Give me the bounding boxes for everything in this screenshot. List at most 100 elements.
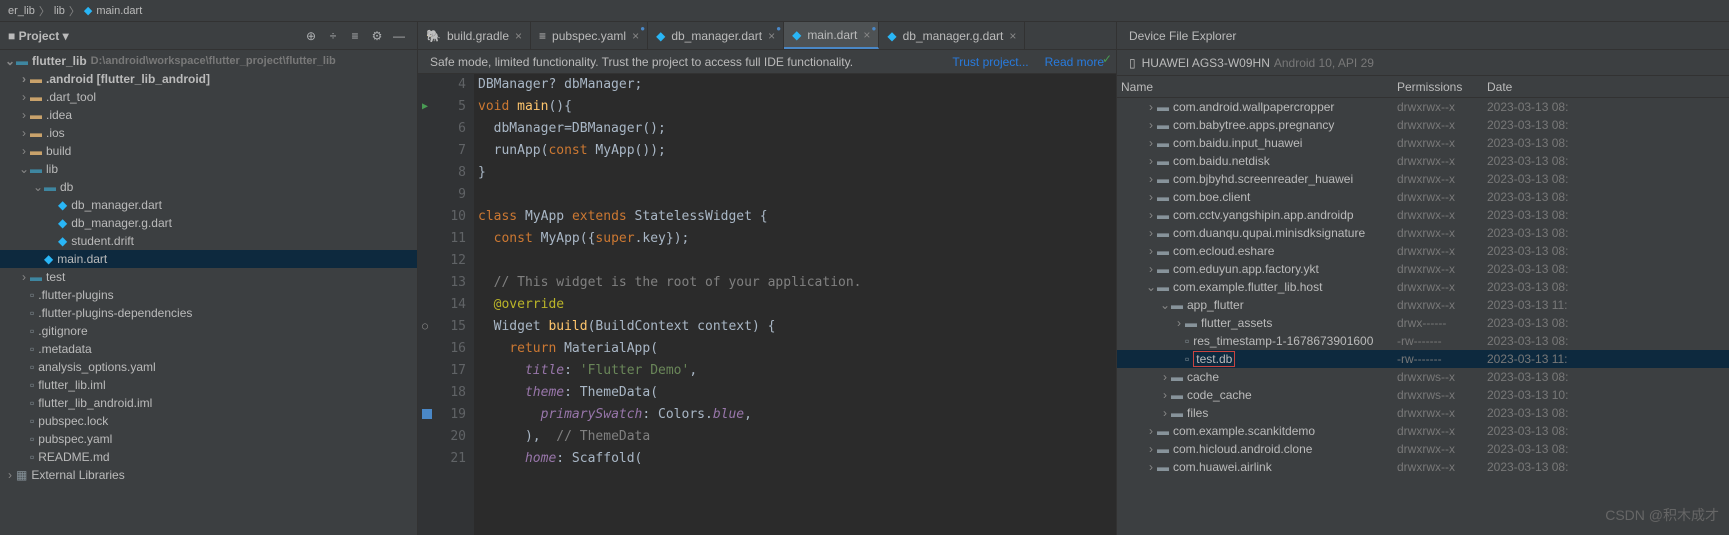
editor-tab[interactable]: ≡pubspec.yaml×● bbox=[531, 22, 648, 49]
breadcrumb: er_lib 〉 lib 〉 ◆ main.dart bbox=[0, 0, 1729, 22]
device-file-row[interactable]: ▬code_cachedrwxrws--x2023-03-13 10: bbox=[1117, 386, 1729, 404]
select-opened-icon[interactable]: ⊕ bbox=[301, 26, 321, 46]
folder-icon: ▬ bbox=[1157, 154, 1169, 168]
folder-icon: ▬ bbox=[1157, 262, 1169, 276]
editor-tab[interactable]: ◆db_manager.dart×● bbox=[648, 22, 784, 49]
editor-tab[interactable]: ◆db_manager.g.dart× bbox=[879, 22, 1025, 49]
tree-item[interactable]: ▫.flutter-plugins bbox=[0, 286, 417, 304]
breadcrumb-item[interactable]: main.dart bbox=[96, 5, 142, 17]
watermark: CSDN @积木成才 bbox=[1605, 505, 1719, 525]
dart-icon: ◆ bbox=[656, 29, 665, 43]
device-file-row[interactable]: ▬com.android.wallpapercropperdrwxrwx--x2… bbox=[1117, 98, 1729, 116]
settings-icon[interactable]: ⚙ bbox=[367, 26, 387, 46]
hide-icon[interactable]: — bbox=[389, 26, 409, 46]
editor-gutter[interactable]: 4▶567891011121314○15161718192021 bbox=[418, 74, 474, 535]
tree-item[interactable]: ▫flutter_lib_android.iml bbox=[0, 394, 417, 412]
tree-item[interactable]: ▬build bbox=[0, 142, 417, 160]
tree-item[interactable]: ◆db_manager.g.dart bbox=[0, 214, 417, 232]
close-icon[interactable]: × bbox=[768, 29, 775, 43]
device-file-row[interactable]: ▬com.hicloud.android.clonedrwxrwx--x2023… bbox=[1117, 440, 1729, 458]
read-more-link[interactable]: Read more bbox=[1045, 55, 1104, 69]
project-panel: ■ Project ▾ ⊕ ÷ ≡ ⚙ — ▬flutter_libD:\and… bbox=[0, 22, 418, 535]
tree-item[interactable]: ▫pubspec.yaml bbox=[0, 430, 417, 448]
device-explorer-title: Device File Explorer bbox=[1129, 29, 1236, 43]
project-tree[interactable]: ▬flutter_libD:\android\workspace\flutter… bbox=[0, 50, 417, 535]
device-file-row[interactable]: ▬com.boe.clientdrwxrwx--x2023-03-13 08: bbox=[1117, 188, 1729, 206]
device-file-row[interactable]: ▬cachedrwxrws--x2023-03-13 08: bbox=[1117, 368, 1729, 386]
override-icon[interactable]: ○ bbox=[422, 316, 428, 338]
folder-icon: ▬ bbox=[1157, 172, 1169, 186]
breadcrumb-item[interactable]: er_lib bbox=[8, 5, 35, 17]
tree-item[interactable]: ▬test bbox=[0, 268, 417, 286]
folder-icon: ▬ bbox=[1157, 136, 1169, 150]
tree-item[interactable]: ▫flutter_lib.iml bbox=[0, 376, 417, 394]
external-libraries[interactable]: ▦External Libraries bbox=[0, 466, 417, 484]
folder-icon: ▬ bbox=[1157, 226, 1169, 240]
close-icon[interactable]: × bbox=[632, 29, 639, 43]
tree-item[interactable]: ◆student.drift bbox=[0, 232, 417, 250]
run-icon[interactable]: ▶ bbox=[422, 96, 428, 118]
device-file-row[interactable]: ▬com.ecloud.esharedrwxrwx--x2023-03-13 0… bbox=[1117, 242, 1729, 260]
tree-item[interactable]: ▫.metadata bbox=[0, 340, 417, 358]
tree-item[interactable]: ▬.dart_tool bbox=[0, 88, 417, 106]
folder-icon: ▬ bbox=[1157, 208, 1169, 222]
tree-item[interactable]: ▫README.md bbox=[0, 448, 417, 466]
project-root[interactable]: ▬flutter_libD:\android\workspace\flutter… bbox=[0, 52, 417, 70]
device-file-row[interactable]: ▬filesdrwxrwx--x2023-03-13 08: bbox=[1117, 404, 1729, 422]
device-file-row[interactable]: ▬com.cctv.yangshipin.app.androidpdrwxrwx… bbox=[1117, 206, 1729, 224]
project-title: ■ Project ▾ bbox=[8, 29, 299, 43]
device-file-row[interactable]: ▬com.example.flutter_lib.hostdrwxrwx--x2… bbox=[1117, 278, 1729, 296]
breakpoint-icon[interactable] bbox=[422, 409, 432, 419]
tree-item[interactable]: ▬db bbox=[0, 178, 417, 196]
device-file-row[interactable]: ▬com.eduyun.app.factory.yktdrwxrwx--x202… bbox=[1117, 260, 1729, 278]
tree-item[interactable]: ▫.flutter-plugins-dependencies bbox=[0, 304, 417, 322]
tree-item[interactable]: ▬lib bbox=[0, 160, 417, 178]
device-file-row[interactable]: ▬com.babytree.apps.pregnancydrwxrwx--x20… bbox=[1117, 116, 1729, 134]
col-name[interactable]: Name bbox=[1117, 80, 1397, 94]
device-file-row[interactable]: ▫test.db-rw-------2023-03-13 11: bbox=[1117, 350, 1729, 368]
tree-item[interactable]: ◆db_manager.dart bbox=[0, 196, 417, 214]
device-file-row[interactable]: ▫res_timestamp-1-1678673901600-rw-------… bbox=[1117, 332, 1729, 350]
device-selector[interactable]: ▯ HUAWEI AGS3-W09HN Android 10, API 29 bbox=[1117, 50, 1729, 76]
device-file-row[interactable]: ▬com.duanqu.qupai.minisdksignaturedrwxrw… bbox=[1117, 224, 1729, 242]
editor-tabs: 🐘build.gradle×≡pubspec.yaml×●◆db_manager… bbox=[418, 22, 1116, 50]
yaml-icon: ≡ bbox=[539, 29, 546, 43]
col-date[interactable]: Date bbox=[1487, 80, 1729, 94]
inspection-ok-icon[interactable]: ✓ bbox=[1102, 52, 1112, 66]
close-icon[interactable]: × bbox=[515, 29, 522, 43]
folder-icon: ▬ bbox=[1157, 460, 1169, 474]
device-file-row[interactable]: ▬com.example.scankitdemodrwxrwx--x2023-0… bbox=[1117, 422, 1729, 440]
close-icon[interactable]: × bbox=[1009, 29, 1016, 43]
tree-item[interactable]: ◆main.dart bbox=[0, 250, 417, 268]
device-file-row[interactable]: ▬app_flutterdrwxrwx--x2023-03-13 11: bbox=[1117, 296, 1729, 314]
tree-item[interactable]: ▬.ios bbox=[0, 124, 417, 142]
file-icon: ▫ bbox=[1185, 352, 1189, 366]
editor-tab[interactable]: ◆main.dart×● bbox=[784, 22, 879, 49]
device-file-row[interactable]: ▬com.baidu.input_huaweidrwxrwx--x2023-03… bbox=[1117, 134, 1729, 152]
editor-code[interactable]: DBManager? dbManager;void main(){ dbMana… bbox=[474, 74, 1116, 535]
device-file-row[interactable]: ▬com.bjbyhd.screenreader_huaweidrwxrwx--… bbox=[1117, 170, 1729, 188]
device-file-explorer: Device File Explorer ▯ HUAWEI AGS3-W09HN… bbox=[1116, 22, 1729, 535]
safe-mode-bar: Safe mode, limited functionality. Trust … bbox=[418, 50, 1116, 74]
folder-icon: ▬ bbox=[1185, 316, 1197, 330]
safe-mode-msg: Safe mode, limited functionality. Trust … bbox=[430, 55, 936, 69]
folder-icon: ▬ bbox=[1157, 118, 1169, 132]
col-permissions[interactable]: Permissions bbox=[1397, 80, 1487, 94]
tree-item[interactable]: ▬.android [flutter_lib_android] bbox=[0, 70, 417, 88]
device-file-row[interactable]: ▬flutter_assetsdrwx------2023-03-13 08: bbox=[1117, 314, 1729, 332]
close-icon[interactable]: × bbox=[863, 28, 870, 42]
tree-item[interactable]: ▬.idea bbox=[0, 106, 417, 124]
device-file-row[interactable]: ▬com.baidu.netdiskdrwxrwx--x2023-03-13 0… bbox=[1117, 152, 1729, 170]
tree-item[interactable]: ▫analysis_options.yaml bbox=[0, 358, 417, 376]
editor-panel: 🐘build.gradle×≡pubspec.yaml×●◆db_manager… bbox=[418, 22, 1116, 535]
breadcrumb-item[interactable]: lib bbox=[54, 5, 65, 17]
tree-item[interactable]: ▫.gitignore bbox=[0, 322, 417, 340]
collapse-icon[interactable]: ÷ bbox=[323, 26, 343, 46]
expand-icon[interactable]: ≡ bbox=[345, 26, 365, 46]
device-file-row[interactable]: ▬com.huawei.airlinkdrwxrwx--x2023-03-13 … bbox=[1117, 458, 1729, 476]
device-file-table: Name Permissions Date ▬com.android.wallp… bbox=[1117, 76, 1729, 535]
editor-tab[interactable]: 🐘build.gradle× bbox=[418, 22, 531, 49]
folder-icon: ▬ bbox=[1171, 388, 1183, 402]
tree-item[interactable]: ▫pubspec.lock bbox=[0, 412, 417, 430]
trust-project-link[interactable]: Trust project... bbox=[952, 55, 1028, 69]
